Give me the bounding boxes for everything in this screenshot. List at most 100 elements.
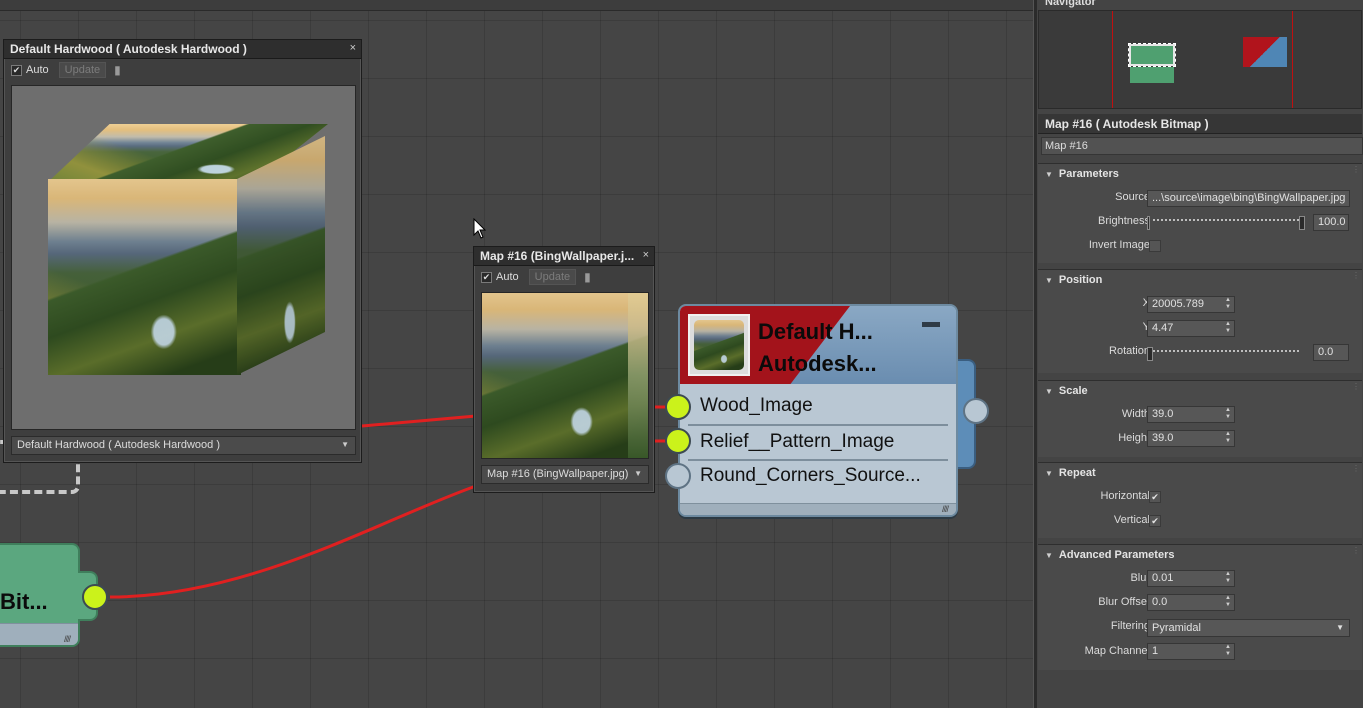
round-corners-input-socket[interactable] [665, 463, 691, 489]
auto-checkbox[interactable]: ✔ [11, 64, 22, 76]
scale-width-spinner[interactable]: 39.0 ▲ ▼ [1147, 406, 1235, 423]
repeat-vertical-checkbox[interactable]: ✔ [1149, 515, 1161, 527]
position-x-value: 20005.789 [1152, 298, 1204, 310]
rollout-drag-handle-icon[interactable]: ⋮ [1352, 272, 1360, 280]
pin-icon[interactable]: ▮ [584, 270, 591, 284]
spinner-arrows-icon[interactable]: ▲ ▼ [1225, 431, 1231, 445]
preview-viewport [11, 85, 356, 430]
wood-image-input-socket[interactable] [665, 394, 691, 420]
bitmap-node-body[interactable]: Bit... //// [0, 543, 80, 647]
auto-checkbox[interactable]: ✔ [481, 271, 492, 283]
rollout-title: Position [1058, 274, 1103, 286]
spinner-arrows-icon[interactable]: ▲ ▼ [1225, 595, 1231, 609]
material-name-field[interactable]: Map #16 [1041, 137, 1363, 155]
spinner-arrows-icon[interactable]: ▲ ▼ [1225, 571, 1231, 585]
preview-dropdown-value: Map #16 (BingWallpaper.jpg) [487, 468, 629, 480]
rollout-title: Repeat [1058, 467, 1096, 479]
collapse-triangle-icon: ▼ [1045, 551, 1053, 560]
rollout-drag-handle-icon[interactable]: ⋮ [1352, 383, 1360, 391]
filtering-dropdown[interactable]: Pyramidal ▼ [1147, 619, 1350, 637]
filtering-label: Filtering [1110, 620, 1150, 632]
pin-icon[interactable]: ▮ [114, 63, 121, 77]
bitmap-node[interactable]: Bit... //// [0, 543, 108, 653]
position-y-spinner[interactable]: 4.47 ▲ ▼ [1147, 320, 1235, 337]
slot-relief-pattern-image[interactable]: Relief__Pattern_Image [700, 431, 894, 453]
rollout-advanced-parameters: ▼ Advanced Parameters ⋮ Blur 0.01 ▲ ▼ Blur … [1038, 544, 1362, 670]
minimize-icon[interactable] [922, 322, 940, 327]
update-button[interactable]: Update [528, 269, 577, 285]
preview-titlebar[interactable]: Default Hardwood ( Autodesk Hardwood ) × [4, 40, 361, 59]
spinner-arrows-icon[interactable]: ▲ ▼ [1225, 644, 1231, 658]
rollout-title: Scale [1058, 385, 1088, 397]
preview-window-map16[interactable]: Map #16 (BingWallpaper.j... × ✔ Auto Upd… [473, 246, 655, 493]
rollout-repeat: ▼ Repeat ⋮ Horizontal ✔ Vertical ✔ [1038, 462, 1362, 538]
repeat-horizontal-checkbox[interactable]: ✔ [1149, 491, 1161, 503]
rollout-header-scale[interactable]: ▼ Scale [1045, 385, 1088, 397]
bitmap-output-socket[interactable] [82, 584, 108, 610]
preview-window-hardwood[interactable]: Default Hardwood ( Autodesk Hardwood ) ×… [3, 39, 362, 463]
blur-offset-label: Blur Offset [1098, 596, 1150, 608]
rollout-drag-handle-icon[interactable]: ⋮ [1352, 547, 1360, 555]
resize-grip-icon[interactable]: //// [64, 634, 71, 644]
invert-image-checkbox[interactable] [1149, 240, 1161, 252]
slider-track-dots [1153, 219, 1299, 221]
position-x-spinner[interactable]: 20005.789 ▲ ▼ [1147, 296, 1235, 313]
map-preview-tile-edge [628, 293, 648, 458]
source-path-button[interactable]: ...\source\image\bing\BingWallpaper.jpg [1147, 190, 1350, 207]
node-footer: //// [680, 503, 956, 515]
brightness-slider[interactable] [1147, 215, 1305, 231]
node-editor-canvas[interactable]: Bit... //// Default Hardwood ( Autodesk … [0, 0, 1033, 708]
hardwood-node-body[interactable]: Default H... Autodesk... Wood_Image Reli… [678, 304, 958, 517]
brightness-slider-thumb[interactable] [1299, 216, 1305, 230]
scale-height-spinner[interactable]: 39.0 ▲ ▼ [1147, 430, 1235, 447]
rollout-header-position[interactable]: ▼ Position [1045, 274, 1102, 286]
relief-input-socket[interactable] [665, 428, 691, 454]
spinner-arrows-icon[interactable]: ▲ ▼ [1225, 407, 1231, 421]
brightness-label: Brightness [1098, 215, 1150, 227]
node-title: Default H... Autodesk... [758, 316, 877, 380]
preview-object-dropdown[interactable]: Default Hardwood ( Autodesk Hardwood ) ▼ [11, 436, 356, 455]
rollout-scale: ▼ Scale ⋮ Width 39.0 ▲ ▼ Height 39.0 ▲ ▼ [1038, 380, 1362, 457]
rollout-drag-handle-icon[interactable]: ⋮ [1352, 166, 1360, 174]
collapse-triangle-icon: ▼ [1045, 276, 1053, 285]
scale-width-value: 39.0 [1152, 408, 1174, 420]
slot-round-corners-source[interactable]: Round_Corners_Source... [700, 465, 921, 487]
preview-object-dropdown[interactable]: Map #16 (BingWallpaper.jpg) ▼ [481, 465, 649, 484]
rollout-header-advanced[interactable]: ▼ Advanced Parameters [1045, 549, 1174, 561]
source-label: Source [1115, 191, 1150, 203]
node-title-line2: Autodesk... [758, 351, 877, 376]
blur-offset-spinner[interactable]: 0.0 ▲ ▼ [1147, 594, 1235, 611]
map-channel-label: Map Channel [1084, 645, 1150, 657]
rollout-position: ▼Position ⋮ X 20005.789▲▼ Y 4.47▲▼ Rotat… [1038, 269, 1362, 373]
slot-wood-image[interactable]: Wood_Image [700, 395, 813, 417]
auto-label: Auto [26, 64, 49, 76]
navigator-bound-left [1112, 11, 1113, 108]
navigator-node-hardwood [1243, 37, 1287, 67]
spinner-arrows-icon[interactable]: ▲ ▼ [1225, 321, 1231, 335]
hardwood-material-node[interactable]: Default H... Autodesk... Wood_Image Reli… [665, 304, 989, 524]
rotation-slider[interactable] [1147, 346, 1305, 362]
chevron-down-icon: ▼ [1336, 623, 1344, 632]
rotation-value-field[interactable]: 0.0 [1313, 344, 1349, 361]
node-thumbnail-image [694, 320, 744, 370]
rotation-slider-thumb[interactable] [1147, 347, 1153, 361]
map-channel-value: 1 [1152, 645, 1159, 657]
preview-titlebar[interactable]: Map #16 (BingWallpaper.j... × [474, 247, 654, 266]
brightness-value-field[interactable]: 100.0 [1313, 214, 1349, 231]
scale-width-label: Width [1121, 408, 1150, 420]
map-channel-spinner[interactable]: 1 ▲ ▼ [1147, 643, 1235, 660]
navigator-view[interactable] [1038, 10, 1362, 109]
spinner-arrows-icon[interactable]: ▲ ▼ [1225, 297, 1231, 311]
collapse-triangle-icon: ▼ [1045, 170, 1053, 179]
rollout-header-repeat[interactable]: ▼ Repeat [1045, 467, 1096, 479]
rollout-drag-handle-icon[interactable]: ⋮ [1352, 465, 1360, 473]
blur-spinner[interactable]: 0.01 ▲ ▼ [1147, 570, 1235, 587]
hardwood-output-socket[interactable] [963, 398, 989, 424]
close-icon[interactable]: × [350, 42, 356, 54]
close-icon[interactable]: × [643, 249, 649, 261]
resize-grip-icon[interactable]: //// [942, 504, 949, 514]
rollout-header-parameters[interactable]: ▼ Parameters [1045, 168, 1119, 180]
update-button[interactable]: Update [58, 62, 107, 78]
collapse-triangle-icon: ▼ [1045, 469, 1053, 478]
rollout-title: Parameters [1058, 168, 1119, 180]
